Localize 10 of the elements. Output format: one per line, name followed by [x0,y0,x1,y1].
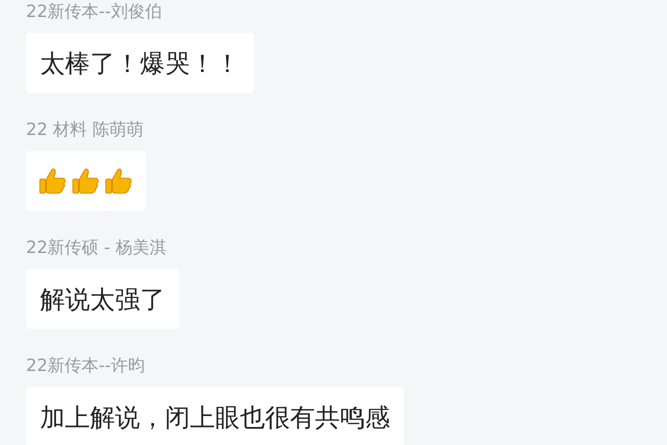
sender-name: 22新传硕 - 杨美淇 [26,237,167,260]
sender-name: 22新传本--刘俊伯 [26,1,162,24]
message-bubble: 加上解说，闭上眼也很有共鸣感 [26,387,404,445]
sender-name: 22 材料 陈萌萌 [26,119,144,142]
message-bubble: 解说太强了 [26,269,179,329]
sender-name: 22新传本--许昀 [26,355,145,378]
thumbs-up-icon [71,166,101,196]
thumbs-up-icon [104,166,134,196]
thumbs-up-icon [38,166,68,196]
message-bubble: 太棒了！爆哭！！ [26,33,254,93]
